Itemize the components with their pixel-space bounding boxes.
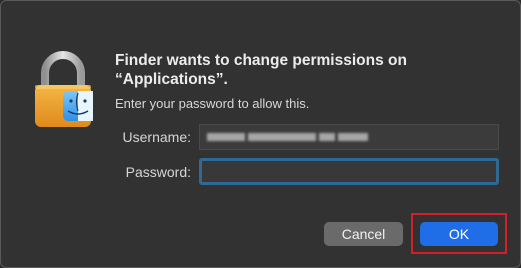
authentication-dialog: Finder wants to change permissions on “A…: [0, 0, 521, 268]
cancel-button[interactable]: Cancel: [324, 222, 403, 246]
dialog-title: Finder wants to change permissions on “A…: [115, 52, 407, 88]
username-label: Username:: [122, 129, 191, 145]
lock-finder-icon: [31, 49, 101, 129]
ok-button-highlight: [411, 213, 507, 254]
username-redacted-text: [207, 130, 368, 144]
dialog-message: Enter your password to allow this.: [115, 96, 310, 111]
password-field[interactable]: [199, 158, 499, 185]
password-label: Password:: [125, 164, 191, 180]
